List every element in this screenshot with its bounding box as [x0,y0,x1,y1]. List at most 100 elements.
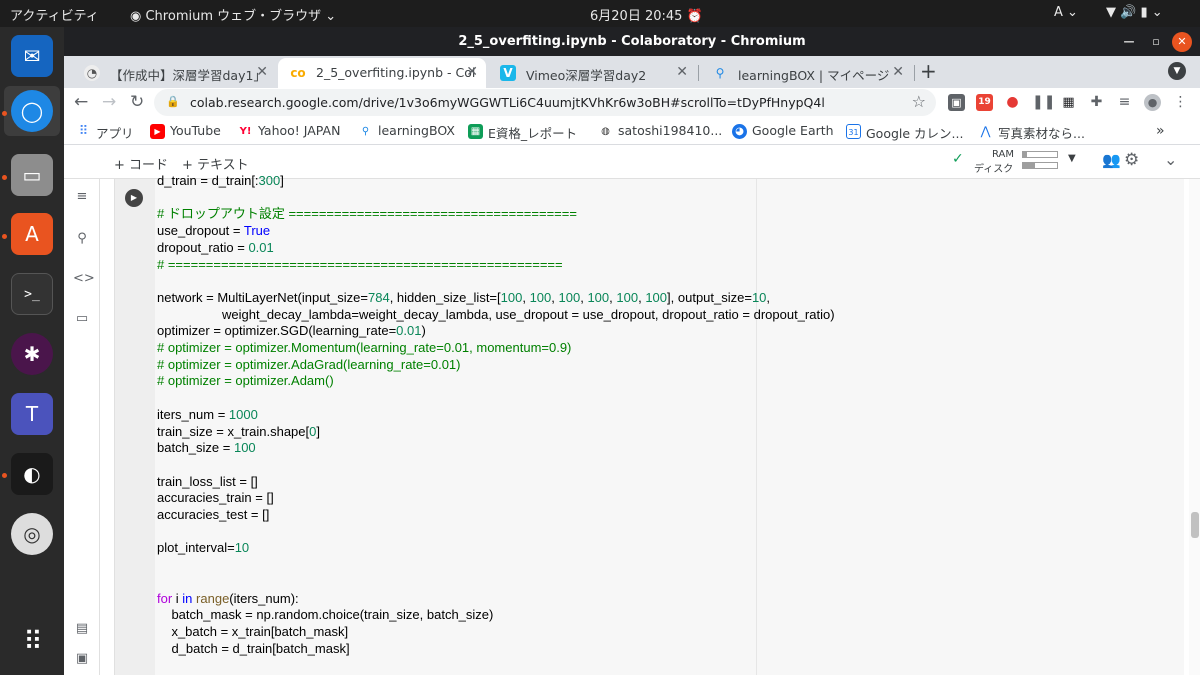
files-icon[interactable]: ▭ [11,154,53,196]
code-line: x_batch = x_train[batch_mask] [157,623,349,639]
run-cell-button[interactable]: ▶ [125,189,143,207]
bookmark-google-earth[interactable]: ◕ Google Earth [732,123,834,139]
code-line: # ドロップアウト設定 ============================… [157,206,577,222]
code-line: optimizer = optimizer.SGD(learning_rate=… [157,323,426,339]
doc-icon: ◔ [84,65,100,81]
terminal-icon[interactable]: >_ [11,273,53,315]
tab-search-icon[interactable]: ▼ [1168,62,1186,80]
calendar-icon: 31 [846,124,861,139]
activities-button[interactable]: アクティビティ [10,5,99,24]
table-of-contents-icon[interactable]: ≡ [73,189,91,207]
code-cell[interactable]: ▶ d_train = d_train[:300] # ドロップアウト設定 ==… [114,173,1184,675]
app-menu[interactable]: ◉ Chromium ウェブ・ブラウザ ⌄ [130,5,336,24]
bookmark-google-calendar[interactable]: 31 Google カレン... [846,123,963,142]
tab-0[interactable]: ◔ 【作成中】深層学習day1」 ✕ [72,58,276,88]
maximize-button[interactable]: ▫ [1146,32,1166,52]
lock-icon: 🔒 [166,95,180,108]
volume-icon: 🔊 [1120,5,1137,20]
disc-icon[interactable]: ◎ [11,513,53,555]
extension-icon[interactable]: ▣ [948,94,965,111]
resources-dropdown-icon[interactable]: ▼ [1068,153,1076,164]
bookmark-label: Yahoo! JAPAN [258,123,341,138]
bookmark-label: learningBOX [378,123,455,138]
add-code-button[interactable]: + コード [114,154,168,173]
close-icon[interactable]: ✕ [676,64,688,80]
tab-2[interactable]: V Vimeo深層学習day2 ✕ [488,58,696,88]
record-icon[interactable]: ● [1004,94,1021,111]
code-text: d_train = d_train[:300] # ドロップアウト設定 ====… [157,173,835,657]
collapse-header-icon[interactable]: ⌄ [1164,150,1177,169]
minimize-button[interactable]: — [1119,32,1139,52]
chromium-icon[interactable]: ◯ [11,90,53,132]
bookmark-e-report[interactable]: ▦ E資格_レポート [468,123,577,142]
teams-icon[interactable]: T [11,393,53,435]
bookmark-youtube[interactable]: ▶ YouTube [150,123,221,139]
files-folder-icon[interactable]: ▭ [73,311,91,329]
system-top-bar: アクティビティ ◉ Chromium ウェブ・ブラウザ ⌄ 6月20日 20:4… [0,0,1200,27]
yahoo-icon: Y! [239,126,252,137]
code-line: batch_mask = np.random.choice(train_size… [157,607,494,623]
resources-indicator[interactable]: ✓ RAM ディスク [952,149,1072,175]
bookmark-label: satoshi198410... [618,123,723,138]
bookmark-photo[interactable]: ⋀ 写真素材なら... [978,123,1085,142]
bookmark-learningbox[interactable]: ⚲ learningBOX [358,123,455,138]
reading-list-icon[interactable]: ≡ [1116,94,1133,111]
tab-separator [914,65,915,81]
terminal-icon[interactable]: ▣ [73,651,91,669]
close-window-button[interactable]: ✕ [1172,32,1192,52]
slack-icon[interactable]: ✱ [11,333,53,375]
clock[interactable]: 6月20日 20:45 ⏰ [590,5,703,24]
bookmark-apps[interactable]: ⠿ アプリ [76,123,134,142]
notebook-scrollbar[interactable] [1189,179,1200,675]
running-indicator [2,234,7,239]
chromium-small-icon: ◉ [130,9,142,24]
close-icon[interactable]: ✕ [892,64,904,80]
bookmark-star-icon[interactable]: ☆ [912,92,926,111]
forward-button[interactable]: → [102,92,116,112]
close-icon[interactable]: ✕ [256,64,268,80]
gmail-badge-icon[interactable]: 19 [976,94,993,111]
screen-recorder-icon[interactable]: ◐ [11,453,53,495]
share-people-icon[interactable]: 👥 [1102,151,1121,169]
bookmark-github[interactable]: ◍ satoshi198410... [598,123,722,138]
reload-button[interactable]: ↻ [130,92,144,112]
puzzle-icon[interactable]: ✚ [1088,94,1105,111]
add-text-button[interactable]: + テキスト [182,154,249,173]
tab-3[interactable]: ⚲ learningBOX | マイページ ✕ [700,58,912,88]
tab-strip: ◔ 【作成中】深層学習day1」 ✕ co 2_5_overfiting.ipy… [64,56,1200,88]
input-method-menu[interactable]: A ⌄ [1054,5,1078,20]
address-bar[interactable]: 🔒 colab.research.google.com/drive/1v3o6m… [154,89,936,116]
code-snippets-icon[interactable]: <> [73,271,95,289]
show-applications-icon[interactable]: ⠿ [11,621,53,663]
chevron-down-icon: ⌄ [1151,5,1163,20]
back-button[interactable]: ← [74,92,88,112]
system-status-menu[interactable]: ▼ 🔊 ▮ ⌄ [1106,5,1163,20]
bookmarks-overflow-icon[interactable]: » [1156,123,1165,139]
search-icon[interactable]: ⚲ [73,231,91,249]
vimeo-icon: V [500,65,516,81]
pause-extension-icon[interactable]: ❚❚ [1032,94,1055,111]
thunderbird-icon[interactable]: ✉ [11,35,53,77]
command-palette-icon[interactable]: ▤ [73,621,91,639]
code-line: plot_interval=10 [157,540,250,556]
new-tab-button[interactable]: + [920,59,937,83]
menu-icon[interactable]: ⋮ [1172,94,1189,111]
code-line: train_size = x_train.shape[0] [157,423,320,439]
code-editor[interactable]: d_train = d_train[:300] # ドロップアウト設定 ====… [157,173,835,675]
profile-icon[interactable]: ● [1144,94,1161,111]
bookmark-yahoo[interactable]: Y! Yahoo! JAPAN [238,123,341,138]
trello-icon[interactable]: ▦ [1060,94,1077,111]
tab-separator [698,65,699,81]
colab-left-rail: ≡ ⚲ <> ▭ ▤ ▣ [64,179,100,675]
scrollbar-thumb[interactable] [1191,512,1199,538]
code-line: # optimizer = optimizer.Adam() [157,373,334,389]
software-center-icon[interactable]: A [11,213,53,255]
url-text: colab.research.google.com/drive/1v3o6myW… [190,95,825,110]
tab-1[interactable]: co 2_5_overfiting.ipynb - Col ✕ [278,58,486,88]
close-icon[interactable]: ✕ [466,64,478,80]
settings-gear-icon[interactable]: ⚙ [1124,150,1139,170]
window-titlebar[interactable]: 2_5_overfiting.ipynb - Colaboratory - Ch… [64,27,1200,56]
github-icon: ◍ [601,126,610,137]
code-line: batch_size = 100 [157,440,256,456]
